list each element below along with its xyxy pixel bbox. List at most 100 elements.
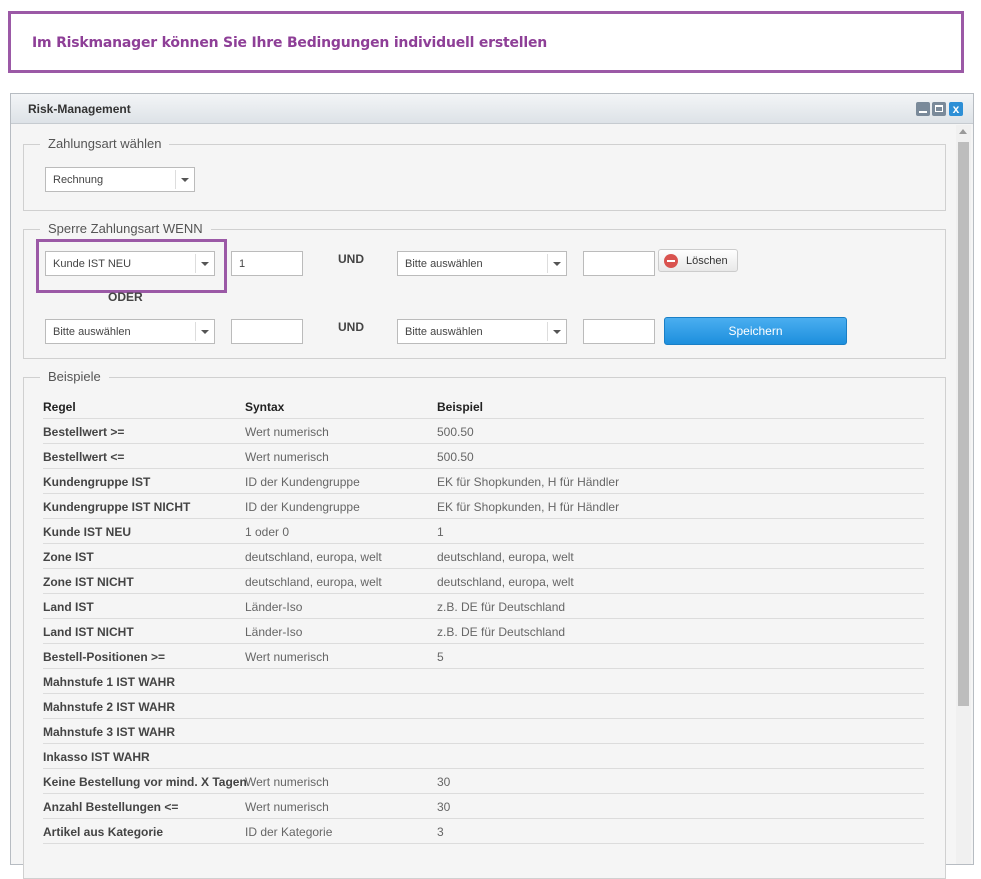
table-header: Regel Syntax Beispiel (43, 394, 924, 419)
syntax-cell: Wert numerisch (245, 425, 329, 439)
rule-cell: Kunde IST NEU (43, 525, 132, 539)
vertical-scrollbar[interactable] (956, 125, 971, 864)
rule-cell: Bestellwert >= (43, 425, 125, 439)
close-icon[interactable]: x (949, 102, 963, 116)
rule-cell: Artikel aus Kategorie (43, 825, 164, 839)
callout-text: Im Riskmanager können Sie Ihre Bedingung… (32, 35, 548, 51)
syntax-cell: Wert numerisch (245, 650, 329, 664)
table-row: Land IST NICHT Länder-Iso z.B. DE für Deut… (43, 619, 924, 644)
example-cell: 30 (437, 775, 451, 789)
chevron-down-icon (195, 322, 214, 341)
example-cell: 500.50 (437, 450, 474, 464)
window-titlebar: Risk-Management x (11, 94, 973, 124)
condition2-value-row2: Bitte auswählen (405, 326, 483, 338)
minus-circle-icon (664, 254, 678, 268)
chevron-down-icon (175, 170, 194, 189)
table-row: Keine Bestellung vor mind. X Tagen Wert n… (43, 769, 924, 794)
table-row: Kunde IST NEU 1 oder 0 1 (43, 519, 924, 544)
table-row: Zone IST NICHT deutschland, europa, welt d… (43, 569, 924, 594)
syntax-cell: Wert numerisch (245, 450, 329, 464)
delete-button-label: Löschen (686, 255, 728, 267)
table-row: Mahnstufe 1 IST WAHR (43, 669, 924, 694)
chevron-down-icon (547, 322, 566, 341)
condition2-value-row1: Bitte auswählen (405, 258, 483, 270)
example-cell: 5 (437, 650, 444, 664)
table-row: Bestellwert <= Wert numerisch 500.50 (43, 444, 924, 469)
rule-cell: Inkasso IST WAHR (43, 750, 150, 764)
rule-cell: Land IST NICHT (43, 625, 134, 639)
example-cell: 1 (437, 525, 444, 539)
table-row: Zone IST deutschland, europa, welt deutsch… (43, 544, 924, 569)
payment-method-value: Rechnung (53, 174, 104, 186)
header-rule: Regel (43, 400, 76, 414)
rule-cell: Mahnstufe 2 IST WAHR (43, 700, 176, 714)
payment-method-select[interactable]: Rechnung (45, 167, 195, 192)
delete-button[interactable]: Löschen (658, 249, 738, 272)
table-row: Kundengruppe IST ID der Kundengruppe EK fü… (43, 469, 924, 494)
condition2-select-row2[interactable]: Bitte auswählen (397, 319, 567, 344)
condition1-select-row2[interactable]: Bitte auswählen (45, 319, 215, 344)
examples-legend: Beispiele (40, 369, 109, 384)
example-cell: deutschland, europa, welt (437, 575, 574, 589)
value2-input-row2[interactable] (583, 319, 655, 344)
chevron-down-icon (547, 254, 566, 273)
scroll-thumb[interactable] (958, 142, 969, 706)
syntax-cell: ID der Kategorie (245, 825, 333, 839)
table-row: Anzahl Bestellungen <= Wert numerisch 30 (43, 794, 924, 819)
rule-cell: Bestellwert <= (43, 450, 125, 464)
syntax-cell: 1 oder 0 (245, 525, 290, 539)
value1-input-row2[interactable] (231, 319, 303, 344)
scroll-up-icon[interactable] (959, 129, 967, 134)
rule-cell: Zone IST NICHT (43, 575, 134, 589)
window-title: Risk-Management (28, 102, 131, 116)
rule-cell: Land IST (43, 600, 94, 614)
highlight-frame (36, 239, 227, 293)
rule-cell: Zone IST (43, 550, 94, 564)
oder-label: ODER (108, 290, 143, 304)
table-row: Artikel aus Kategorie ID der Kategorie 3 (43, 819, 924, 844)
value2-input-row1[interactable] (583, 251, 655, 276)
minimize-icon[interactable] (916, 102, 930, 116)
syntax-cell: Wert numerisch (245, 775, 329, 789)
info-callout: Im Riskmanager können Sie Ihre Bedingung… (8, 11, 964, 73)
syntax-cell: Länder-Iso (245, 625, 303, 639)
block-condition-legend: Sperre Zahlungsart WENN (40, 221, 211, 236)
example-cell: 500.50 (437, 425, 474, 439)
example-cell: z.B. DE für Deutschland (437, 600, 566, 614)
rule-cell: Bestell-Positionen >= (43, 650, 166, 664)
header-syntax: Syntax (245, 400, 285, 414)
maximize-icon[interactable] (932, 102, 946, 116)
example-cell: 30 (437, 800, 451, 814)
table-row: Bestellwert >= Wert numerisch 500.50 (43, 419, 924, 444)
rule-cell: Mahnstufe 3 IST WAHR (43, 725, 176, 739)
rule-cell: Keine Bestellung vor mind. X Tagen (43, 775, 247, 789)
example-cell: deutschland, europa, welt (437, 550, 574, 564)
example-cell: z.B. DE für Deutschland (437, 625, 566, 639)
syntax-cell: Länder-Iso (245, 600, 303, 614)
table-row: Mahnstufe 3 IST WAHR (43, 719, 924, 744)
und-label-row2: UND (338, 320, 364, 334)
risk-management-window: Risk-Management x Zahlungsart wählen Rec… (10, 93, 974, 879)
rule-cell: Kundengruppe IST NICHT (43, 500, 191, 514)
payment-method-legend: Zahlungsart wählen (40, 136, 170, 151)
syntax-cell: deutschland, europa, welt (245, 550, 382, 564)
header-example: Beispiel (437, 400, 484, 414)
condition1-value-row2: Bitte auswählen (53, 326, 131, 338)
value1-input-row1[interactable]: 1 (231, 251, 303, 276)
table-row: Mahnstufe 2 IST WAHR (43, 694, 924, 719)
syntax-cell: ID der Kundengruppe (245, 500, 360, 514)
syntax-cell: ID der Kundengruppe (245, 475, 360, 489)
table-row: Kundengruppe IST NICHT ID der Kundengrupp… (43, 494, 924, 519)
syntax-cell: Wert numerisch (245, 800, 329, 814)
table-row: Inkasso IST WAHR (43, 744, 924, 769)
example-cell: EK für Shopkunden, H für Händler (437, 500, 620, 514)
syntax-cell: deutschland, europa, welt (245, 575, 382, 589)
table-row: Bestell-Positionen >= Wert numerisch 5 (43, 644, 924, 669)
table-row: Land IST Länder-Iso z.B. DE für Deutschlan… (43, 594, 924, 619)
save-button[interactable]: Speichern (664, 317, 847, 345)
example-cell: 3 (437, 825, 444, 839)
und-label-row1: UND (338, 252, 364, 266)
rule-cell: Kundengruppe IST (43, 475, 151, 489)
example-cell: EK für Shopkunden, H für Händler (437, 475, 620, 489)
condition2-select-row1[interactable]: Bitte auswählen (397, 251, 567, 276)
